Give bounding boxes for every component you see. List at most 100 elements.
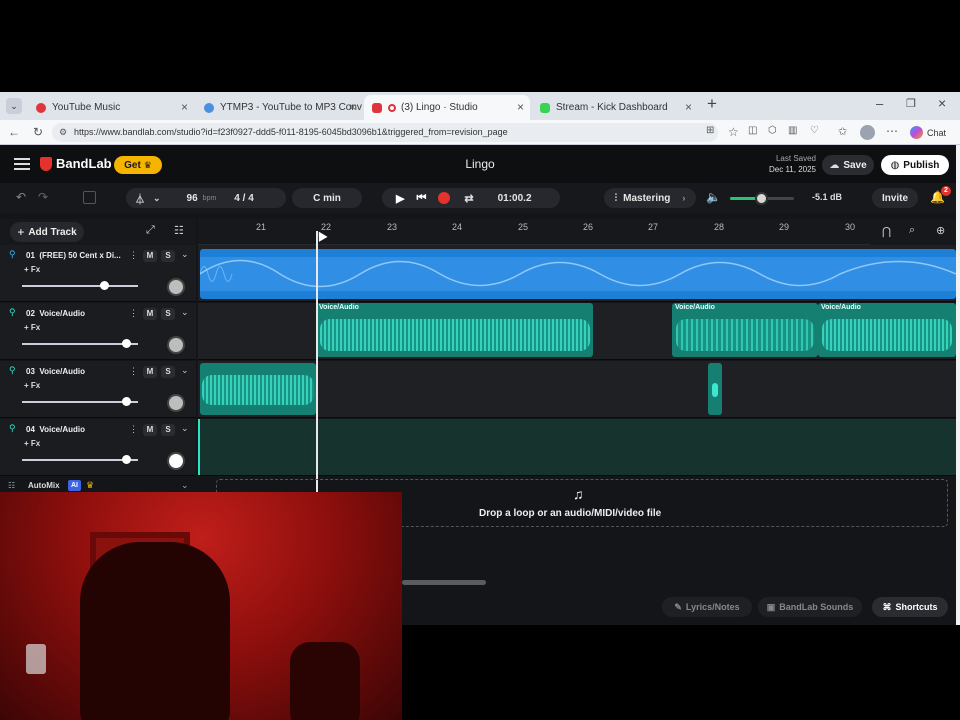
extensions-icon[interactable]: ⊞ (706, 125, 714, 136)
minimize-icon[interactable]: – (876, 96, 883, 111)
track-lane-04[interactable] (198, 419, 956, 476)
track-header-02[interactable]: ⚲ 02 Voice/Audio ⋮ M S ⌄ + Fx (0, 303, 196, 360)
audio-region[interactable]: Voice/Audio (818, 303, 956, 357)
automation-icon[interactable]: ⤢ (146, 224, 155, 237)
close-tab-icon[interactable]: × (517, 100, 524, 114)
metronome-placeholder-icon[interactable] (83, 191, 96, 204)
audio-region[interactable] (200, 249, 956, 299)
invite-button[interactable]: Invite (872, 188, 918, 208)
mute-button[interactable]: M (143, 424, 157, 436)
timeline-ruler[interactable]: 21 22 23 24 25 26 27 28 29 30 (198, 219, 870, 245)
playhead[interactable] (316, 231, 318, 495)
track-settings-icon[interactable]: ☷ (174, 224, 184, 237)
track-menu-icon[interactable]: ⋮ (129, 366, 138, 377)
pan-knob[interactable] (167, 452, 185, 470)
mastering-button[interactable]: ⫶ Mastering › (604, 188, 696, 208)
tempo-control[interactable]: ⏃ ⌄ 96 bpm 4 / 4 (126, 188, 286, 208)
track-volume-slider[interactable] (22, 285, 138, 287)
track-lane-03[interactable] (198, 361, 956, 418)
close-window-icon[interactable]: × (938, 95, 946, 111)
new-tab-button[interactable]: + (707, 94, 717, 114)
horizontal-scrollbar[interactable] (402, 580, 486, 585)
browser-essentials-icon[interactable]: ♡ (810, 125, 819, 136)
solo-button[interactable]: S (161, 308, 175, 320)
track-name[interactable]: 04 Voice/Audio (26, 425, 124, 434)
track-volume-handle[interactable] (122, 455, 132, 464)
track-menu-icon[interactable]: ⋮ (129, 308, 138, 319)
tab-bandlab-studio[interactable]: (3) Lingo · Studio × (364, 95, 530, 120)
pan-knob[interactable] (167, 278, 185, 296)
track-menu-icon[interactable]: ⋮ (129, 250, 138, 261)
zoom-in-icon[interactable]: ⊕ (936, 224, 945, 237)
profile-avatar[interactable] (860, 125, 875, 140)
hamburger-icon[interactable] (14, 158, 30, 170)
chevron-down-icon[interactable]: ⌄ (181, 480, 189, 491)
audio-region[interactable] (708, 363, 722, 415)
zoom-out-icon[interactable]: ⌕ (909, 224, 915, 237)
chevron-down-icon[interactable]: ⌄ (181, 307, 189, 318)
time-signature[interactable]: 4 / 4 (234, 193, 253, 204)
restore-icon[interactable]: ❐ (906, 97, 916, 110)
track-lane-02[interactable]: Voice/Audio Voice/Audio Voice/Audio (198, 303, 956, 360)
mute-button[interactable]: M (143, 250, 157, 262)
track-name[interactable]: 03 Voice/Audio (26, 367, 124, 376)
solo-button[interactable]: S (161, 250, 175, 262)
tab-list-icon[interactable]: ⌄ (6, 98, 22, 114)
play-icon[interactable]: ▶ (396, 192, 404, 205)
audio-region[interactable] (200, 363, 316, 415)
track-name[interactable]: 02 Voice/Audio (26, 309, 124, 318)
chevron-down-icon[interactable]: ⌄ (181, 249, 189, 260)
get-membership-button[interactable]: Get ♛ (114, 156, 162, 174)
loop-icon[interactable]: ⇄ (464, 192, 473, 205)
pan-knob[interactable] (167, 336, 185, 354)
metronome-icon[interactable]: ⏃ (135, 191, 145, 206)
copilot-button[interactable]: Chat (910, 123, 946, 142)
more-menu-icon[interactable]: ⋯ (886, 124, 898, 138)
add-fx-button[interactable]: + Fx (24, 381, 40, 390)
track-name[interactable]: 01 (FREE) 50 Cent x Di... (26, 251, 124, 260)
add-fx-button[interactable]: + Fx (24, 265, 40, 274)
pan-knob[interactable] (167, 394, 185, 412)
bpm-value[interactable]: 96 (187, 193, 198, 204)
chevron-down-icon[interactable]: ⌄ (181, 423, 189, 434)
tab-youtube-music[interactable]: YouTube Music × (28, 95, 194, 120)
track-volume-slider[interactable] (22, 459, 138, 461)
close-tab-icon[interactable]: × (685, 100, 692, 114)
save-button[interactable]: ☁ Save (822, 155, 874, 175)
audio-region[interactable]: Voice/Audio (672, 303, 818, 357)
chevron-down-icon[interactable]: ⌄ (181, 365, 189, 376)
track-volume-slider[interactable] (22, 343, 138, 345)
add-track-button[interactable]: + Add Track (10, 222, 84, 242)
record-button[interactable] (438, 192, 451, 204)
track-header-03[interactable]: ⚲ 03 Voice/Audio ⋮ M S ⌄ + Fx (0, 361, 196, 418)
tab-ytmp3[interactable]: YTMP3 - YouTube to MP3 Conver × (196, 95, 362, 120)
track-volume-slider[interactable] (22, 401, 138, 403)
mute-button[interactable]: M (143, 308, 157, 320)
split-screen-icon[interactable]: ◫ (748, 125, 757, 136)
close-tab-icon[interactable]: × (349, 100, 356, 114)
close-tab-icon[interactable]: × (181, 100, 188, 114)
master-volume-slider[interactable] (730, 192, 794, 205)
solo-button[interactable]: S (161, 424, 175, 436)
track-volume-handle[interactable] (122, 397, 132, 406)
lyrics-notes-button[interactable]: ✎ Lyrics/Notes (662, 597, 752, 617)
speaker-icon[interactable]: 🔈 (706, 190, 721, 204)
undo-icon[interactable]: ↶ (16, 190, 26, 204)
extension-bell-icon[interactable]: ⬡ (768, 125, 777, 136)
project-title[interactable]: Lingo (454, 157, 506, 171)
skip-back-icon[interactable]: ⏮ (416, 192, 426, 205)
favorites-icon[interactable]: ✩ (838, 125, 847, 138)
audio-region[interactable]: Voice/Audio (316, 303, 593, 357)
site-info-icon[interactable]: ⚙ (59, 123, 67, 142)
track-lane-01[interactable] (198, 245, 956, 302)
chevron-down-icon[interactable]: ⌄ (153, 193, 161, 204)
add-fx-button[interactable]: + Fx (24, 323, 40, 332)
reload-icon[interactable]: ↻ (33, 125, 43, 139)
track-volume-handle[interactable] (100, 281, 110, 290)
key-selector[interactable]: C min (292, 188, 362, 208)
favorite-star-icon[interactable]: ☆ (728, 125, 739, 139)
track-header-04[interactable]: ⚲ 04 Voice/Audio ⋮ M S ⌄ + Fx (0, 419, 196, 476)
magnet-icon[interactable]: ⋂ (882, 225, 891, 238)
url-input[interactable]: ⚙ https://www.bandlab.com/studio?id=f23f… (52, 123, 718, 142)
master-volume-handle[interactable] (755, 192, 768, 205)
